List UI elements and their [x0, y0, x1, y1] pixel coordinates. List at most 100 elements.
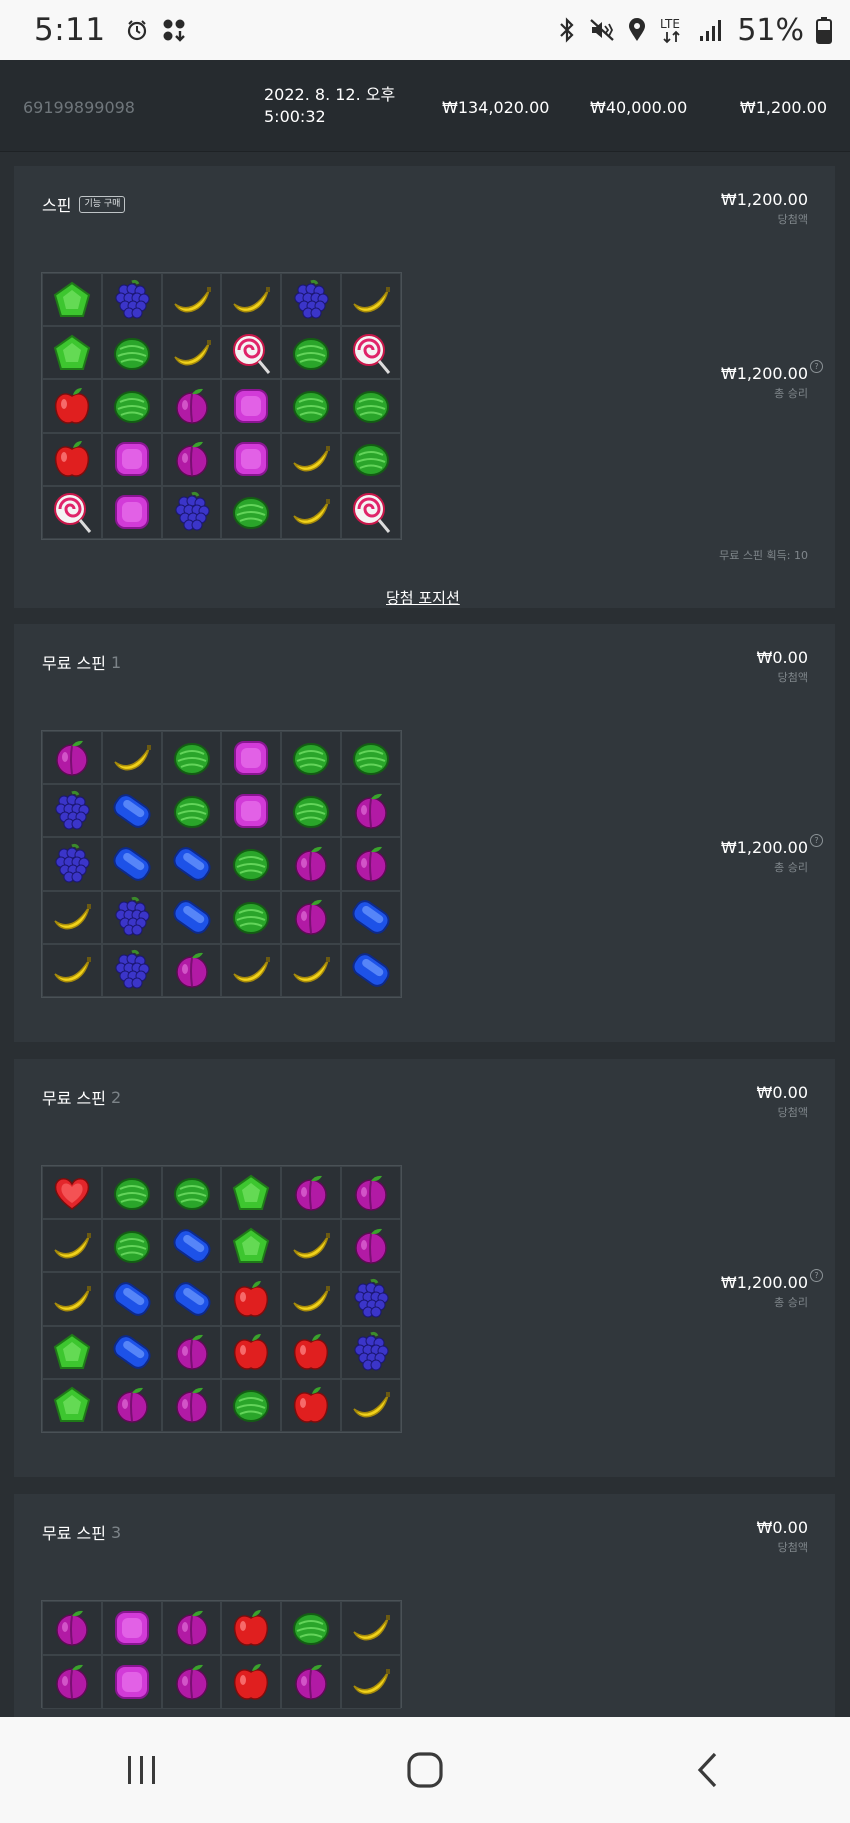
pink-symbol-icon: [234, 793, 269, 828]
melon-symbol-icon: [233, 497, 270, 530]
lolli-symbol-icon: [353, 493, 391, 534]
win-amount-block: ₩0.00 당첨액: [757, 1518, 808, 1555]
plum-symbol-icon: [175, 388, 208, 424]
green-symbol-icon: [53, 281, 91, 317]
reel-cell: [341, 273, 401, 327]
win-amount-label: 당첨액: [777, 1106, 808, 1119]
reel-cell: [221, 1166, 282, 1220]
reel-cell: [101, 432, 162, 486]
apple-symbol-icon: [234, 1334, 269, 1370]
melon-symbol-icon: [293, 337, 330, 370]
melon-symbol-icon: [173, 742, 210, 775]
status-bar: 5:11 LTE 51%: [0, 0, 850, 60]
reel-cell: [341, 1325, 401, 1379]
lolli-symbol-icon: [353, 333, 391, 374]
android-nav-bar: [0, 1717, 850, 1823]
reel-cell: [281, 273, 342, 327]
reel-cell: [101, 1601, 162, 1655]
reel-cell: [101, 485, 162, 539]
plum-symbol-icon: [295, 1664, 327, 1700]
plum-symbol-icon: [175, 1610, 208, 1646]
battery-icon: [816, 16, 832, 44]
reel-cell: [281, 731, 342, 785]
banana-symbol-icon: [54, 904, 91, 930]
free-spin-panel: 무료 스핀 2 ₩0.00 당첨액 ₩1,200.00 ? 총 승리: [14, 1059, 835, 1477]
reel-cell: [42, 1219, 102, 1273]
reel-cell: [281, 326, 342, 380]
reel-cell: [221, 784, 282, 838]
apple-symbol-icon: [234, 1664, 269, 1700]
blue-symbol-icon: [173, 1282, 211, 1316]
reel-cell: [101, 784, 162, 838]
reel-cell: [101, 379, 162, 433]
home-button[interactable]: [385, 1740, 465, 1800]
reel-cell: [221, 1325, 282, 1379]
help-icon[interactable]: ?: [810, 1269, 823, 1282]
banana-symbol-icon: [353, 1392, 391, 1418]
blue-symbol-icon: [173, 1228, 211, 1263]
reel-cell: [341, 379, 401, 433]
feature-buy-badge: 기능 구매: [79, 195, 126, 213]
reel-cell: [221, 731, 282, 785]
grape-symbol-icon: [354, 1278, 389, 1318]
total-win-block: ₩1,200.00 ? 총 승리: [721, 834, 823, 875]
reel-cell: [281, 1325, 342, 1379]
win-amount-label: 당첨액: [777, 671, 808, 684]
melon-symbol-icon: [353, 444, 390, 477]
round-win: ₩1,200.00: [739, 98, 827, 117]
reel-cell: [101, 1655, 162, 1709]
pink-symbol-icon: [234, 388, 269, 423]
reel-cell: [101, 890, 162, 944]
blue-symbol-icon: [352, 900, 390, 934]
win-positions-link[interactable]: 당첨 포지션: [386, 587, 460, 608]
alarm-icon: [126, 19, 148, 41]
free-spin-panel: 무료 스핀 1 ₩0.00 당첨액 ₩1,200.00 ? 총 승리: [14, 624, 835, 1042]
help-icon[interactable]: ?: [810, 360, 823, 373]
reel-cell: [42, 731, 102, 785]
banana-symbol-icon: [293, 446, 331, 472]
reel-cell: [161, 1378, 222, 1432]
green-symbol-icon: [233, 1174, 270, 1210]
reel-cell: [42, 1272, 102, 1326]
reel-cell: [42, 890, 102, 944]
plum-symbol-icon: [56, 1610, 88, 1646]
melon-symbol-icon: [293, 1613, 330, 1645]
reel-cell: [281, 379, 342, 433]
plum-symbol-icon: [295, 900, 327, 935]
reel-cell: [161, 379, 222, 433]
round-date: 2022. 8. 12. 오후 5:00:32: [264, 85, 396, 126]
panel-title: 무료 스핀 1: [42, 650, 121, 674]
blue-symbol-icon: [113, 1282, 151, 1316]
reel-cell: [161, 1601, 222, 1655]
reel-cell: [341, 432, 401, 486]
total-win-block: ₩1,200.00 ? 총 승리: [720, 1269, 823, 1310]
reel-cell: [42, 1378, 102, 1432]
grape-symbol-icon: [115, 950, 150, 989]
recent-apps-button[interactable]: [102, 1740, 182, 1800]
reel-cell: [42, 485, 102, 539]
reel-cell: [221, 890, 282, 944]
reel-cell: [341, 784, 401, 838]
win-amount: ₩0.00: [756, 1083, 808, 1102]
reel-cell: [42, 784, 102, 838]
back-button[interactable]: [668, 1740, 748, 1800]
pink-symbol-icon: [234, 740, 269, 775]
reel-cell: [101, 1219, 162, 1273]
apple-symbol-icon: [294, 1387, 329, 1424]
reel-cell: [101, 1272, 162, 1326]
reel-cell: [341, 1219, 401, 1273]
reel-cell: [221, 485, 282, 539]
total-win-amount: ₩1,200.00: [720, 1273, 808, 1292]
reel-cell: [221, 1655, 282, 1709]
reel-grid: [41, 1165, 402, 1433]
reel-cell: [281, 890, 342, 944]
help-icon[interactable]: ?: [810, 834, 823, 847]
grape-symbol-icon: [294, 279, 329, 319]
lolli-symbol-icon: [233, 333, 271, 374]
reel-cell: [42, 1166, 102, 1220]
banana-symbol-icon: [233, 957, 271, 983]
green-symbol-icon: [53, 1387, 91, 1423]
plum-symbol-icon: [355, 1175, 387, 1211]
free-spin-number: 3: [110, 1522, 122, 1542]
round-summary-row: 69199899098 2022. 8. 12. 오후 5:00:32 ₩134…: [0, 60, 850, 152]
